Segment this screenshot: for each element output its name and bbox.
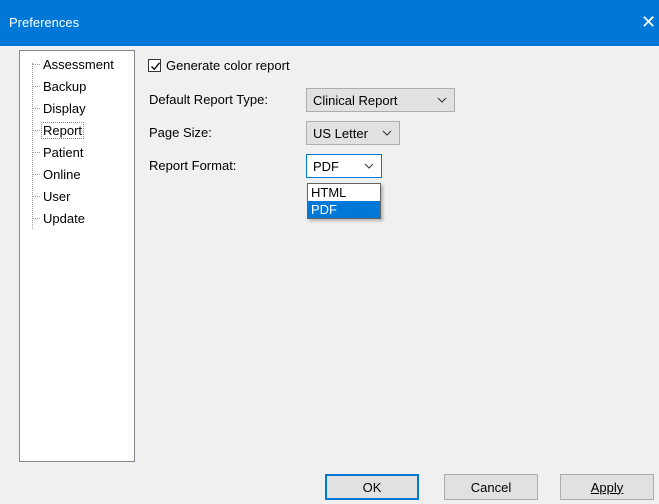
ok-button[interactable]: OK — [325, 474, 419, 500]
tree-item-update[interactable]: Update — [32, 209, 86, 227]
tree-branch-line — [32, 217, 40, 219]
tree-item-label: User — [43, 188, 71, 204]
color-report-label: Generate color report — [166, 58, 290, 73]
color-report-checkbox-row[interactable]: Generate color report — [148, 58, 290, 73]
tree-item-label: Patient — [43, 144, 84, 160]
tree-item-patient[interactable]: Patient — [32, 143, 84, 161]
tree-branch-line — [32, 107, 40, 109]
report-format-select[interactable]: PDF — [306, 154, 382, 178]
apply-button[interactable]: Apply — [560, 474, 654, 500]
tree-branch-line — [32, 63, 40, 65]
tree-item-display[interactable]: Display — [32, 99, 87, 117]
tree-item-label: Display — [43, 100, 86, 116]
category-tree[interactable]: Assessment Backup Display Report Patient… — [19, 50, 135, 462]
chevron-down-icon — [382, 130, 392, 136]
page-size-label: Page Size: — [149, 125, 212, 140]
tree-branch-line — [32, 195, 40, 197]
tree-item-label: Assessment — [43, 56, 114, 72]
tree-item-backup[interactable]: Backup — [32, 77, 87, 95]
close-icon[interactable]: ✕ — [641, 10, 659, 34]
default-report-type-select[interactable]: Clinical Report — [306, 88, 455, 112]
report-format-label: Report Format: — [149, 158, 237, 173]
page-size-value: US Letter — [313, 125, 368, 141]
chevron-down-icon — [364, 163, 374, 169]
tree-branch-line — [32, 173, 40, 175]
format-option-pdf[interactable]: PDF — [308, 201, 380, 218]
tree-branch-line — [32, 151, 40, 153]
title-bar[interactable]: Preferences ✕ — [0, 0, 659, 46]
tree-item-assessment[interactable]: Assessment — [32, 55, 115, 73]
tree-item-report[interactable]: Report — [32, 121, 85, 139]
tree-item-label: Update — [43, 210, 85, 226]
tree-branch-line — [32, 129, 40, 131]
preferences-window: Preferences ✕ Assessment Backup Display … — [0, 0, 659, 504]
page-size-select[interactable]: US Letter — [306, 121, 400, 145]
tree-item-label: Online — [43, 166, 81, 182]
chevron-down-icon — [437, 97, 447, 103]
tree-item-user[interactable]: User — [32, 187, 71, 205]
window-title: Preferences — [9, 15, 80, 30]
format-option-html[interactable]: HTML — [308, 184, 380, 201]
report-format-value: PDF — [313, 158, 339, 174]
color-report-checkbox[interactable] — [148, 59, 161, 72]
default-report-type-value: Clinical Report — [313, 92, 398, 108]
apply-button-label: Apply — [590, 479, 624, 495]
report-format-dropdown: HTML PDF — [307, 183, 381, 219]
default-report-type-label: Default Report Type: — [149, 92, 268, 107]
tree-item-online[interactable]: Online — [32, 165, 82, 183]
tree-item-label: Report — [40, 121, 85, 139]
cancel-button[interactable]: Cancel — [444, 474, 538, 500]
checkmark-icon — [151, 62, 161, 71]
tree-branch-line — [32, 85, 40, 87]
tree-item-label: Backup — [43, 78, 87, 94]
